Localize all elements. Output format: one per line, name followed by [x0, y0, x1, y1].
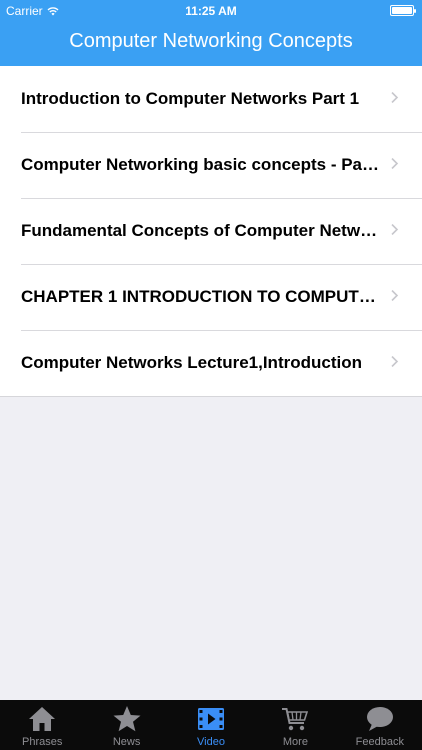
home-icon — [29, 707, 56, 731]
status-time: 11:25 AM — [185, 4, 237, 18]
list-item[interactable]: Fundamental Concepts of Computer Network… — [0, 198, 422, 264]
page-title: Computer Networking Concepts — [69, 30, 353, 52]
list-item-label: Computer Networking basic concepts - Par… — [21, 155, 382, 174]
speech-bubble-icon — [366, 707, 393, 731]
status-bar: Carrier 11:25 AM — [0, 0, 422, 22]
list-item-label: CHAPTER 1 INTRODUCTION TO COMPUTER NETWO… — [21, 287, 382, 306]
header: Carrier 11:25 AM Computer Networking Con… — [0, 0, 422, 66]
star-icon — [113, 706, 141, 732]
video-list: Introduction to Computer Networks Part 1… — [0, 66, 422, 397]
chevron-right-icon — [391, 224, 399, 235]
list-item[interactable]: Computer Networks Lecture1,Introduction — [0, 330, 422, 396]
chevron-right-icon — [391, 92, 399, 103]
list-item-label: Fundamental Concepts of Computer Network… — [21, 221, 382, 240]
tab-phrases[interactable]: Phrases — [0, 700, 84, 750]
list-item-label: Computer Networks Lecture1,Introduction — [21, 353, 362, 372]
tab-feedback[interactable]: Feedback — [338, 700, 422, 750]
film-icon — [198, 708, 225, 730]
tab-label: Video — [197, 736, 225, 748]
list-item[interactable]: Introduction to Computer Networks Part 1 — [0, 66, 422, 132]
battery-icon — [390, 5, 416, 16]
tab-label: Feedback — [355, 736, 404, 748]
cart-icon — [282, 708, 309, 731]
chevron-right-icon — [391, 158, 399, 169]
tab-more[interactable]: More — [253, 700, 337, 750]
list-item-label: Introduction to Computer Networks Part 1 — [21, 89, 360, 108]
tab-label: More — [282, 736, 308, 748]
list-item[interactable]: CHAPTER 1 INTRODUCTION TO COMPUTER NETWO… — [0, 264, 422, 330]
chevron-right-icon — [391, 356, 399, 367]
tab-label: Phrases — [22, 736, 63, 748]
tab-news[interactable]: News — [84, 700, 168, 750]
chevron-right-icon — [391, 290, 399, 301]
list-item[interactable]: Computer Networking basic concepts - Par… — [0, 132, 422, 198]
tab-video[interactable]: Video — [169, 700, 253, 750]
tab-label: News — [112, 736, 141, 748]
tab-bar: Phrases News Video More Feedback — [0, 700, 422, 750]
